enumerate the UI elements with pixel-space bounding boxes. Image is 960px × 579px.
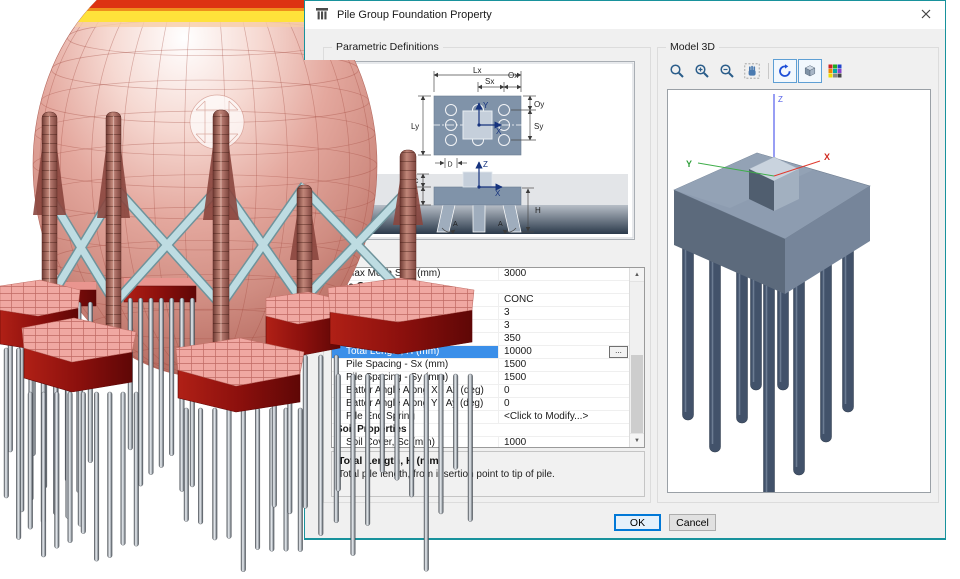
tank-model-view[interactable] [0, 0, 500, 579]
dialog-titlebar[interactable]: Pile Group Foundation Property [305, 1, 945, 29]
close-icon [921, 9, 931, 19]
grid-row-value[interactable]: CONC [499, 294, 630, 306]
ok-button[interactable]: OK [614, 514, 661, 531]
screen: Pile Group Foundation Property Parametri… [0, 0, 960, 579]
pile-group-app-icon [315, 6, 329, 25]
pan-button[interactable] [740, 59, 764, 83]
cancel-button[interactable]: Cancel [669, 514, 716, 531]
grid-row-value[interactable]: 3 [499, 307, 630, 319]
model3d-viewport[interactable]: Y X Z [667, 89, 931, 493]
scroll-up-icon[interactable]: ▲ [630, 268, 644, 282]
axis-label-z: Z [778, 95, 783, 104]
render-palette-icon [827, 63, 843, 79]
close-button[interactable] [913, 5, 939, 23]
grid-row-value[interactable]: 0 [499, 385, 630, 397]
grid-row-value[interactable]: 350 [499, 333, 630, 345]
parametric-definitions-label: Parametric Definitions [332, 41, 443, 53]
zoom-extents-icon [669, 63, 685, 79]
zoom-extents-button[interactable] [665, 59, 689, 83]
model3d-label: Model 3D [666, 41, 719, 53]
grid-row-value[interactable]: <Click to Modify...> [499, 411, 630, 423]
axis-label-x: X [824, 152, 830, 162]
zoom-in-button[interactable] [690, 59, 714, 83]
grid-row-value[interactable]: 1500 [499, 372, 630, 384]
zoom-in-icon [694, 63, 710, 79]
grid-row-value[interactable]: 1500 [499, 359, 630, 371]
grid-row-value[interactable]: 3 [499, 320, 630, 332]
grid-row-value[interactable]: 1000 [499, 437, 630, 448]
model3d-render: Y X Z [668, 90, 930, 492]
render-palette-button[interactable] [823, 59, 847, 83]
zoom-out-button[interactable] [715, 59, 739, 83]
dim-label-sy: Sy [534, 122, 543, 131]
grid-row-value[interactable]: 3000 [499, 268, 630, 280]
scroll-thumb[interactable] [631, 355, 643, 433]
grid-row-value[interactable]: 0 [499, 398, 630, 410]
scroll-down-icon[interactable]: ▼ [630, 433, 644, 447]
rotate-icon [777, 63, 793, 79]
zoom-out-icon [719, 63, 735, 79]
dialog-title: Pile Group Foundation Property [337, 9, 492, 21]
dim-label-ox: Ox [508, 71, 518, 80]
iso-cube-icon [802, 63, 818, 79]
pan-hand-icon [744, 63, 760, 79]
toolbar-separator [768, 63, 769, 79]
dim-label-oy: Oy [534, 100, 544, 109]
tank-model-svg [0, 0, 500, 579]
ellipsis-button[interactable]: ... [609, 346, 628, 358]
iso-view-button[interactable] [798, 59, 822, 83]
dim-label-h: H [535, 206, 541, 215]
model3d-toolbar [665, 59, 847, 83]
grid-scrollbar[interactable]: ▲ ▼ [629, 268, 644, 447]
grid-row-value[interactable]: 10000... [499, 346, 630, 358]
rotate-button[interactable] [773, 59, 797, 83]
axis-label-y: Y [686, 159, 692, 169]
